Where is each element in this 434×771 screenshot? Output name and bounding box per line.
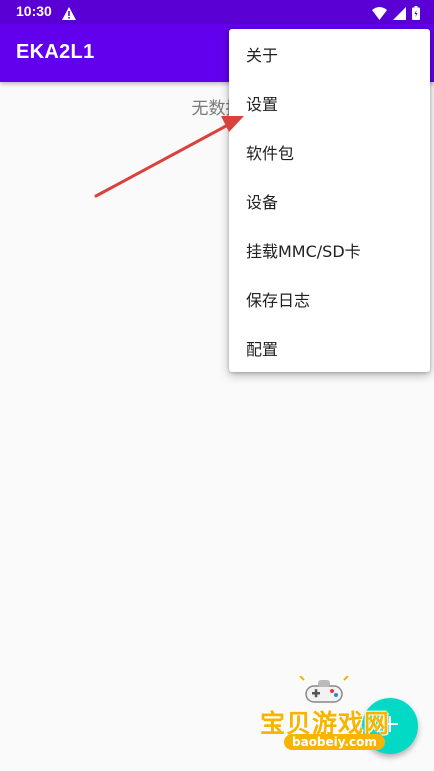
signal-icon — [393, 5, 406, 24]
battery-icon — [412, 5, 420, 24]
menu-item-settings[interactable]: 设置 — [229, 78, 430, 127]
menu-item-packages[interactable]: 软件包 — [229, 127, 430, 176]
status-bar: 10:30 — [0, 0, 434, 24]
status-icons — [372, 5, 420, 24]
app-title: EKA2L1 — [16, 41, 95, 63]
overflow-menu: 关于 设置 软件包 设备 挂载MMC/SD卡 保存日志 配置 — [229, 29, 430, 372]
menu-item-save-log[interactable]: 保存日志 — [229, 274, 430, 323]
menu-item-devices[interactable]: 设备 — [229, 176, 430, 225]
menu-item-config[interactable]: 配置 — [229, 323, 430, 372]
menu-item-mount-sd[interactable]: 挂载MMC/SD卡 — [229, 225, 430, 274]
watermark: 宝贝游戏网 baobeiy.com — [256, 675, 406, 754]
status-time: 10:30 — [16, 3, 52, 19]
warning-icon — [62, 5, 76, 24]
menu-item-about[interactable]: 关于 — [229, 29, 430, 78]
watermark-url: baobeiy.com — [284, 734, 385, 750]
wifi-icon — [372, 5, 387, 24]
